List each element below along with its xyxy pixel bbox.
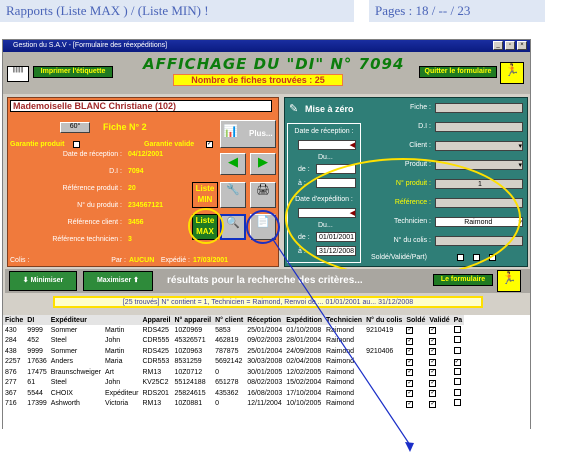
annotation-arrow <box>271 237 414 452</box>
